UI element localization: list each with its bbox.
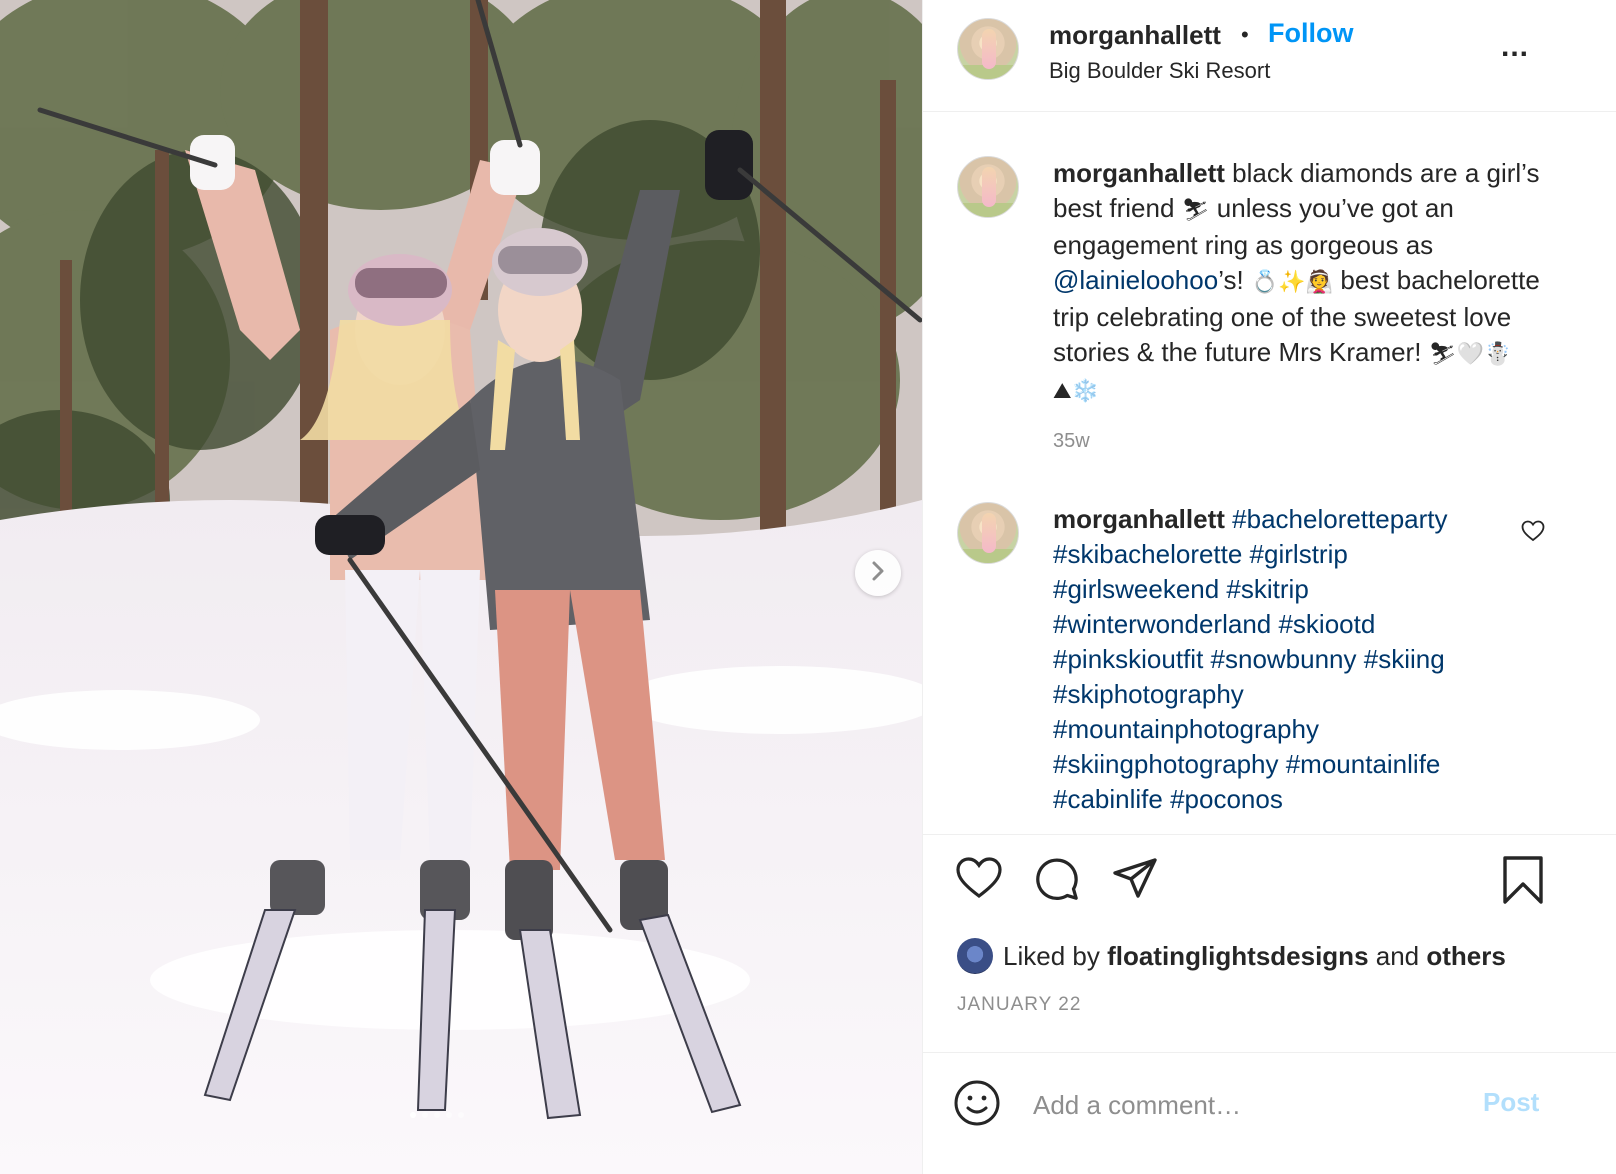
location-link[interactable]: Big Boulder Ski Resort [1049, 58, 1270, 84]
carousel-dot [410, 1112, 416, 1118]
comment-like-icon[interactable] [1521, 520, 1545, 547]
separator-dot: • [1241, 22, 1249, 47]
liker-username[interactable]: floatinglightsdesigns [1107, 941, 1368, 971]
section-divider [923, 834, 1616, 835]
caption-emoji: 💍✨👰 [1250, 270, 1334, 295]
carousel-next-button[interactable] [855, 550, 901, 596]
post-comment-button[interactable]: Post [1483, 1087, 1539, 1118]
post-photo[interactable] [0, 0, 922, 1174]
comment-username[interactable]: morganhallett [1053, 504, 1225, 534]
mention-link[interactable]: @lainieloohoo [1053, 265, 1218, 295]
heart-icon[interactable] [955, 856, 1003, 905]
carousel-dot [422, 1112, 428, 1118]
caption-emoji: ⛷ [1181, 198, 1210, 223]
liked-by: Liked by floatinglightsdesigns and other… [957, 938, 1506, 974]
action-bar [923, 856, 1616, 916]
author-avatar[interactable] [957, 18, 1019, 80]
add-comment-bar: Post [923, 1052, 1616, 1174]
ski-photo-illustration [0, 0, 922, 1174]
hashtag-list[interactable]: #bacheloretteparty #skibachelorette #gir… [1053, 504, 1448, 814]
comment-input[interactable] [1033, 1083, 1453, 1127]
post-header: morganhallett • Follow Big Boulder Ski R… [923, 0, 1616, 112]
liker-avatar[interactable] [957, 938, 993, 974]
caption-timestamp[interactable]: 35w [1053, 430, 1090, 453]
smiley-icon[interactable] [953, 1079, 1001, 1132]
post-side-panel: morganhallett • Follow Big Boulder Ski R… [922, 0, 1616, 1174]
carousel-dot [446, 1112, 452, 1118]
liked-by-mid: and [1368, 940, 1427, 971]
author-username[interactable]: morganhallett [1049, 20, 1221, 51]
caption-part: ’s! [1218, 265, 1251, 295]
bookmark-icon[interactable] [1501, 856, 1545, 909]
chevron-right-icon [869, 560, 887, 587]
caption-username[interactable]: morganhallett [1053, 158, 1225, 188]
comment-bubble-icon[interactable] [1033, 856, 1081, 907]
carousel-dot [458, 1112, 464, 1118]
liked-by-text: Liked by floatinglightsdesigns and other… [1003, 941, 1506, 972]
comment-text: morganhallett #bacheloretteparty #skibac… [1053, 502, 1513, 817]
carousel-dot [434, 1112, 440, 1118]
liked-by-others-link[interactable]: others [1426, 941, 1505, 971]
caption-author-avatar[interactable] [957, 156, 1019, 218]
post-date[interactable]: JANUARY 22 [957, 994, 1081, 1016]
caption-text: morganhallett black diamonds are a girl’… [1053, 156, 1553, 409]
follow-button[interactable]: Follow [1268, 18, 1353, 49]
carousel-dots [410, 1112, 464, 1118]
paper-plane-icon[interactable] [1111, 856, 1159, 905]
more-options-button[interactable]: ... [1501, 30, 1529, 64]
liked-by-prefix: Liked by [1003, 940, 1108, 971]
comment-author-avatar[interactable] [957, 502, 1019, 564]
